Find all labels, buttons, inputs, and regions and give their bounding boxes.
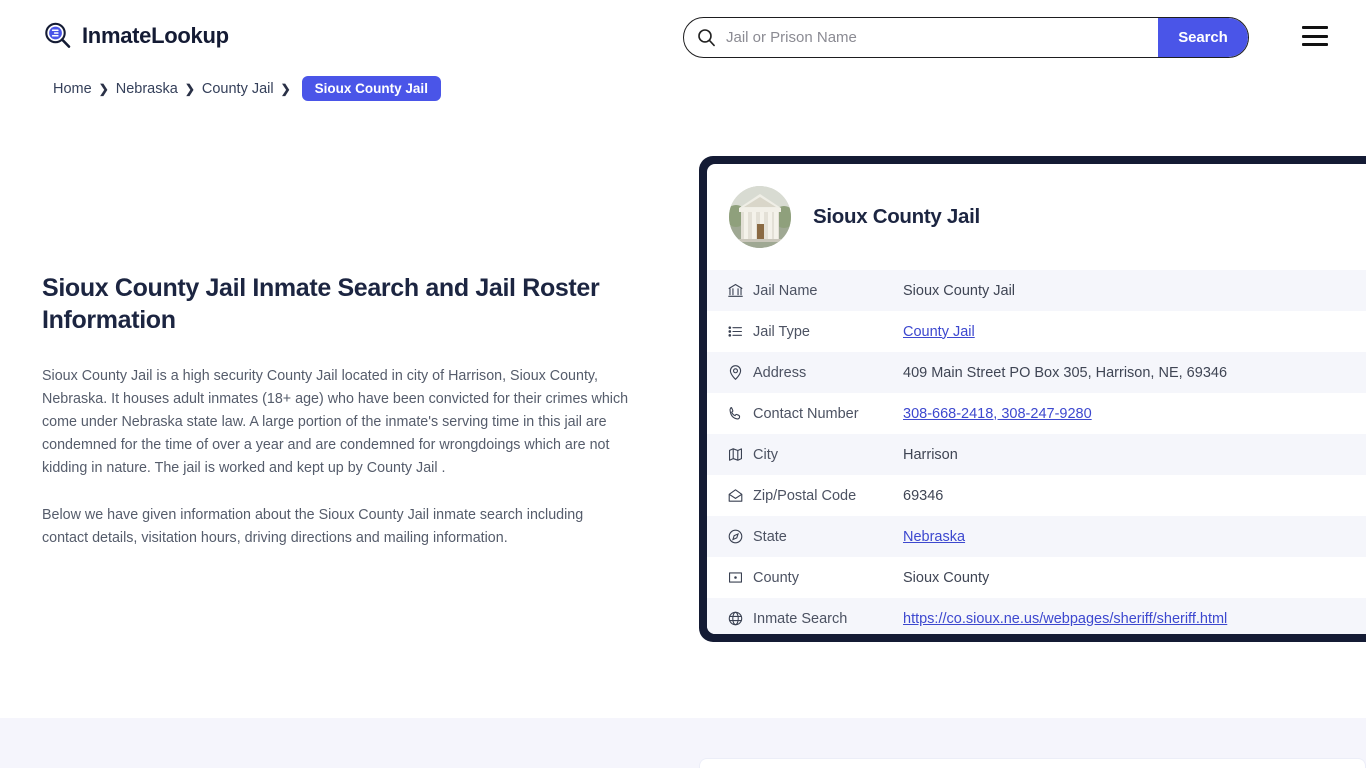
breadcrumb-current-sioux-county-jail: Sioux County Jail [302, 76, 441, 101]
row-label: Zip/Postal Code [753, 488, 903, 504]
row-label: Jail Name [753, 283, 903, 299]
row-value: Harrison [903, 447, 958, 463]
site-header: InmateLookup Search [0, 0, 1366, 74]
table-row: State Nebraska [707, 516, 1366, 557]
row-value: 409 Main Street PO Box 305, Harrison, NE… [903, 365, 1227, 381]
hamburger-bar [1302, 43, 1328, 46]
search-bar[interactable]: Search [683, 17, 1249, 58]
breadcrumb-item-home[interactable]: Home [53, 81, 92, 97]
jail-info-card-header: Sioux County Jail [707, 164, 1366, 270]
search-button[interactable]: Search [1158, 18, 1248, 57]
hamburger-menu-icon[interactable] [1302, 26, 1328, 46]
row-value: https://co.sioux.ne.us/webpages/sheriff/… [903, 611, 1227, 627]
page-title: Sioux County Jail Inmate Search and Jail… [42, 272, 602, 337]
row-label: Jail Type [753, 324, 903, 340]
chevron-right-icon: ❯ [185, 83, 195, 95]
table-row: Inmate Search https://co.sioux.ne.us/web… [707, 598, 1366, 634]
row-value: Sioux County Jail [903, 283, 1015, 299]
main-content: Sioux County Jail Inmate Search and Jail… [42, 272, 642, 551]
list-icon [727, 323, 753, 340]
site-logo[interactable]: InmateLookup [42, 20, 229, 52]
row-label: City [753, 447, 903, 463]
description-paragraph-1: Sioux County Jail is a high security Cou… [42, 365, 638, 481]
row-label: State [753, 529, 903, 545]
row-value: County Jail [903, 324, 975, 340]
jail-info-card: Sioux County Jail Jail Name Sioux County… [699, 156, 1366, 642]
map-icon [727, 446, 753, 463]
map-region-icon [727, 569, 753, 586]
page-root: InmateLookup Search Home ❯ Nebraska ❯ Co… [0, 0, 1366, 768]
table-row: City Harrison [707, 434, 1366, 475]
table-row: Contact Number 308-668-2418, 308-247-928… [707, 393, 1366, 434]
inmate-search-link[interactable]: https://co.sioux.ne.us/webpages/sheriff/… [903, 611, 1227, 627]
row-value: 308-668-2418, 308-247-9280 [903, 406, 1092, 422]
search-icon [697, 28, 716, 47]
state-link[interactable]: Nebraska [903, 529, 965, 545]
jail-info-card-inner: Sioux County Jail Jail Name Sioux County… [707, 164, 1366, 634]
chevron-right-icon: ❯ [99, 83, 109, 95]
row-value: Nebraska [903, 529, 965, 545]
breadcrumb-item-nebraska[interactable]: Nebraska [116, 81, 178, 97]
jail-type-link[interactable]: County Jail [903, 324, 975, 340]
breadcrumb-item-county-jail[interactable]: County Jail [202, 81, 274, 97]
bottom-card-edge [699, 758, 1366, 768]
courthouse-photo [729, 186, 791, 248]
envelope-icon [727, 487, 753, 504]
breadcrumb: Home ❯ Nebraska ❯ County Jail ❯ Sioux Co… [53, 76, 441, 101]
logo-text: InmateLookup [82, 23, 229, 49]
hamburger-bar [1302, 26, 1328, 29]
contact-number-link[interactable]: 308-668-2418, 308-247-9280 [903, 406, 1092, 422]
magnifier-lookup-icon [42, 20, 74, 52]
map-pin-icon [727, 364, 753, 381]
table-row: Zip/Postal Code 69346 [707, 475, 1366, 516]
row-label: Address [753, 365, 903, 381]
description-paragraph-2: Below we have given information about th… [42, 504, 622, 550]
globe-icon [727, 610, 753, 627]
compass-icon [727, 528, 753, 545]
row-label: County [753, 570, 903, 586]
chevron-right-icon: ❯ [281, 83, 291, 95]
table-row: Jail Type County Jail [707, 311, 1366, 352]
phone-icon [727, 405, 753, 422]
table-row: Jail Name Sioux County Jail [707, 270, 1366, 311]
hamburger-bar [1302, 35, 1328, 38]
row-value: Sioux County [903, 570, 989, 586]
table-row: County Sioux County [707, 557, 1366, 598]
row-label: Contact Number [753, 406, 903, 422]
jail-info-card-title: Sioux County Jail [813, 205, 980, 229]
table-row: Address 409 Main Street PO Box 305, Harr… [707, 352, 1366, 393]
bank-icon [727, 282, 753, 299]
search-input[interactable] [716, 18, 1158, 57]
row-label: Inmate Search [753, 611, 903, 627]
row-value: 69346 [903, 488, 943, 504]
